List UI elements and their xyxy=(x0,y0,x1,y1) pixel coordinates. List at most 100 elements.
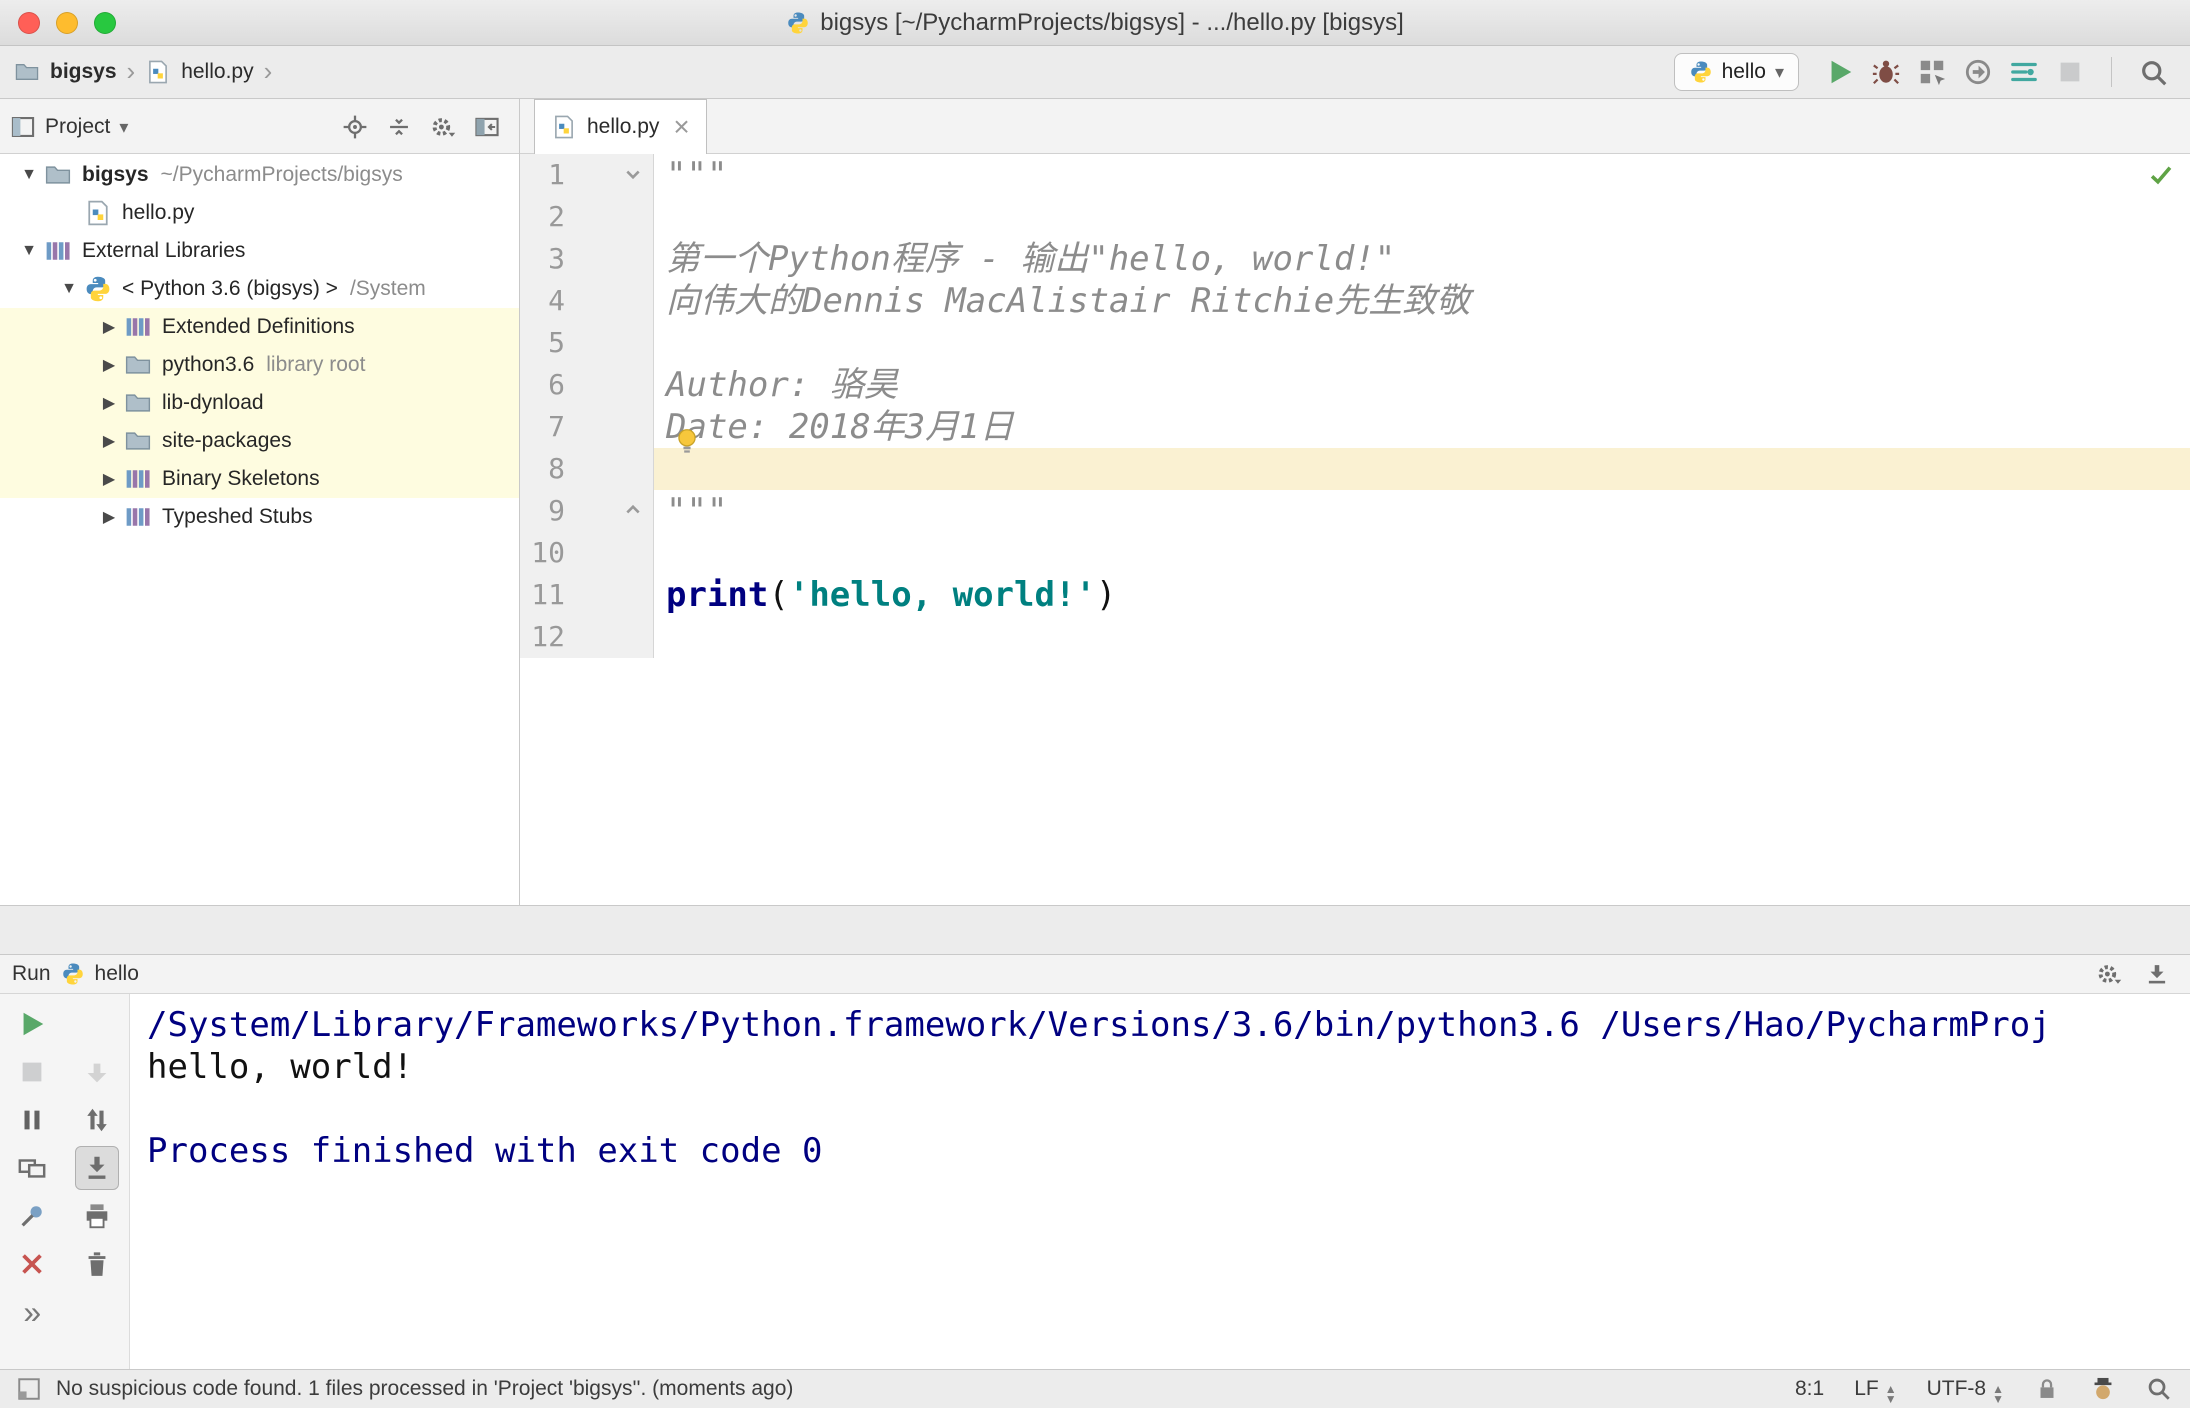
hide-window-button[interactable] xyxy=(2136,956,2178,992)
code-line[interactable] xyxy=(654,196,2190,238)
code-line[interactable] xyxy=(654,448,2190,490)
code-line[interactable]: """ xyxy=(654,490,2190,532)
close-window-button[interactable] xyxy=(18,11,40,34)
tab-hello-py[interactable]: hello.py × xyxy=(534,99,707,154)
folder-icon xyxy=(124,351,152,379)
run-panel-title[interactable]: Run xyxy=(12,962,51,986)
python-file-icon xyxy=(145,59,171,85)
tree-collapsed-icon[interactable]: ▶ xyxy=(94,507,124,527)
project-view-selector[interactable]: Project ▾ xyxy=(10,114,128,140)
code-line[interactable] xyxy=(654,616,2190,658)
print-button[interactable] xyxy=(75,1194,119,1238)
tree-item-python3-6[interactable]: ▶ python3.6 library root xyxy=(0,346,519,384)
line-number[interactable]: 12 xyxy=(520,616,654,658)
write-access-lock-icon[interactable] xyxy=(2034,1376,2060,1402)
minimize-window-button[interactable] xyxy=(56,11,78,34)
line-number[interactable]: 2 xyxy=(520,196,654,238)
tree-item-bigsys[interactable]: ▼ bigsys ~/PycharmProjects/bigsys xyxy=(0,156,519,194)
scroll-to-end-button[interactable] xyxy=(74,1146,119,1190)
editor-lines: 1 """ 2 3 第一个Python程序 - 输出"hello, world!" 4 向伟… xyxy=(520,154,2190,658)
code-line[interactable]: print('hello, world!') xyxy=(654,574,2190,616)
toolwindow-quick-access-icon[interactable] xyxy=(16,1376,42,1402)
run-panel: » /System/Library/Frameworks/Python.fram… xyxy=(0,994,2190,1369)
line-number[interactable]: 8 xyxy=(520,448,654,490)
scroll-down-button[interactable] xyxy=(75,1050,119,1094)
run-coverage-button[interactable] xyxy=(1909,50,1955,94)
swap-output-button[interactable] xyxy=(75,1098,119,1142)
tree-collapsed-icon[interactable]: ▶ xyxy=(94,317,124,337)
code-line[interactable]: 第一个Python程序 - 输出"hello, world!" xyxy=(654,238,2190,280)
tree-item-binary-skeletons[interactable]: ▶ Binary Skeletons xyxy=(0,460,519,498)
status-widgets: 8:1 LF ▲ ▼ UTF-8 ▲ ▼ xyxy=(1795,1375,2172,1405)
tree-item-typeshed-stubs[interactable]: ▶ Typeshed Stubs xyxy=(0,498,519,536)
libs-icon xyxy=(124,465,152,493)
caret-position[interactable]: 8:1 xyxy=(1795,1377,1824,1401)
status-message: No suspicious code found. 1 files proces… xyxy=(56,1377,794,1400)
tree-item-lib-dynload[interactable]: ▶ lib-dynload xyxy=(0,384,519,422)
tree-expanded-icon[interactable]: ▼ xyxy=(14,166,44,184)
line-number[interactable]: 11 xyxy=(520,574,654,616)
intention-bulb-icon[interactable] xyxy=(672,426,702,456)
code-line[interactable] xyxy=(654,322,2190,364)
run-settings-button[interactable] xyxy=(2088,956,2130,992)
code-line[interactable]: """ xyxy=(654,154,2190,196)
rerun-button[interactable] xyxy=(10,1002,54,1046)
tree-item-hello-py[interactable]: hello.py xyxy=(0,194,519,232)
tree-item-extended-definitions[interactable]: ▶ Extended Definitions xyxy=(0,308,519,346)
python-icon xyxy=(1689,60,1713,84)
tree-expanded-icon[interactable]: ▼ xyxy=(54,280,84,298)
pause-output-button[interactable] xyxy=(10,1098,54,1142)
tree-item-external-libraries[interactable]: ▼ External Libraries xyxy=(0,232,519,270)
highlighting-level-icon[interactable] xyxy=(2090,1376,2116,1402)
run-configuration-select[interactable]: hello ▾ xyxy=(1673,53,1799,91)
pin-tab-button[interactable] xyxy=(10,1194,54,1238)
line-number[interactable]: 6 xyxy=(520,364,654,406)
encoding-selector[interactable]: UTF-8 ▲ ▼ xyxy=(1927,1375,2004,1405)
debug-button[interactable] xyxy=(1863,50,1909,94)
line-number[interactable]: 7 xyxy=(520,406,654,448)
stop-button[interactable] xyxy=(2047,50,2093,94)
code-line[interactable] xyxy=(654,532,2190,574)
panel-splitter[interactable] xyxy=(0,905,2190,954)
settings-button[interactable] xyxy=(421,107,465,147)
tree-item-python-3-6-bigsys[interactable]: ▼ < Python 3.6 (bigsys) > /System xyxy=(0,270,519,308)
tree-collapsed-icon[interactable]: ▶ xyxy=(94,393,124,413)
line-number[interactable]: 10 xyxy=(520,532,654,574)
tree-expanded-icon[interactable]: ▼ xyxy=(14,242,44,260)
search-everywhere-button[interactable] xyxy=(2130,50,2176,94)
fold-marker-icon[interactable] xyxy=(620,161,646,187)
run-console[interactable]: /System/Library/Frameworks/Python.framew… xyxy=(130,994,2190,1369)
tree-collapsed-icon[interactable]: ▶ xyxy=(94,469,124,489)
hide-panel-button[interactable] xyxy=(465,107,509,147)
zoom-window-button[interactable] xyxy=(94,11,116,34)
line-separator-selector[interactable]: LF ▲ ▼ xyxy=(1854,1375,1896,1405)
clear-all-button[interactable] xyxy=(75,1242,119,1286)
python-icon xyxy=(786,11,810,35)
fold-marker-icon[interactable] xyxy=(620,497,646,523)
more-button[interactable]: » xyxy=(10,1290,54,1334)
line-number[interactable]: 5 xyxy=(520,322,654,364)
magnifier-icon[interactable] xyxy=(2146,1376,2172,1402)
close-button[interactable] xyxy=(10,1242,54,1286)
line-number[interactable]: 4 xyxy=(520,280,654,322)
stop-button[interactable] xyxy=(10,1050,54,1094)
breadcrumb-file[interactable]: hello.py xyxy=(181,60,253,84)
tree-collapsed-icon[interactable]: ▶ xyxy=(94,431,124,451)
code-line[interactable]: Author: 骆昊 xyxy=(654,364,2190,406)
tree-item-label: Binary Skeletons xyxy=(162,467,320,490)
locate-button[interactable] xyxy=(333,107,377,147)
inspection-ok-icon[interactable] xyxy=(2148,162,2174,188)
close-tab-icon[interactable]: × xyxy=(673,112,689,142)
code-line[interactable]: 向伟大的Dennis MacAlistair Ritchie先生致敬 xyxy=(654,280,2190,322)
run-button[interactable] xyxy=(1817,50,1863,94)
concurrency-diagram-button[interactable] xyxy=(2001,50,2047,94)
editor[interactable]: 1 """ 2 3 第一个Python程序 - 输出"hello, world!" 4 向伟… xyxy=(520,154,2190,905)
profiler-button[interactable] xyxy=(1955,50,2001,94)
tree-item-site-packages[interactable]: ▶ site-packages xyxy=(0,422,519,460)
collapse-all-button[interactable] xyxy=(377,107,421,147)
line-number[interactable]: 3 xyxy=(520,238,654,280)
restore-layout-button[interactable] xyxy=(10,1146,54,1190)
tree-collapsed-icon[interactable]: ▶ xyxy=(94,355,124,375)
breadcrumb-project[interactable]: bigsys xyxy=(50,60,117,84)
code-line[interactable]: Date: 2018年3月1日 xyxy=(654,406,2190,448)
